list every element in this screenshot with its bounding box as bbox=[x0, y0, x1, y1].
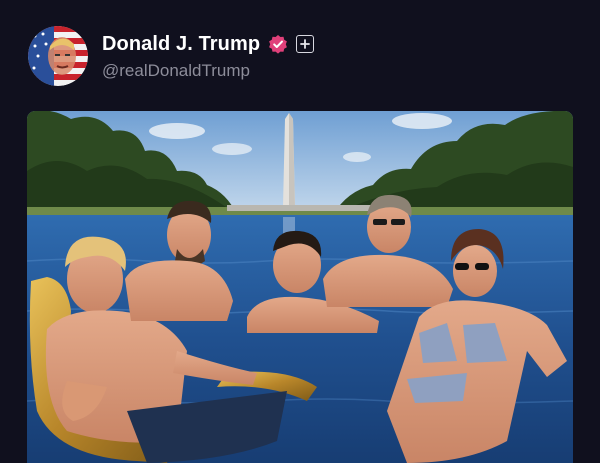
post-image[interactable] bbox=[27, 111, 573, 463]
author-handle[interactable]: @realDonaldTrump bbox=[102, 61, 314, 81]
flag-portrait-avatar-icon bbox=[28, 26, 88, 86]
pool-photo-icon bbox=[27, 111, 573, 463]
display-name[interactable]: Donald J. Trump bbox=[102, 33, 260, 56]
plus-icon bbox=[300, 39, 311, 49]
name-row: Donald J. Trump bbox=[102, 31, 315, 57]
author-identity: Donald J. Trump @realDonaldTrump bbox=[102, 31, 315, 81]
avatar[interactable] bbox=[28, 26, 88, 86]
follow-button[interactable] bbox=[296, 35, 315, 53]
post-header: Donald J. Trump @realDonaldTrump bbox=[28, 26, 315, 86]
verified-badge-icon bbox=[268, 34, 288, 54]
